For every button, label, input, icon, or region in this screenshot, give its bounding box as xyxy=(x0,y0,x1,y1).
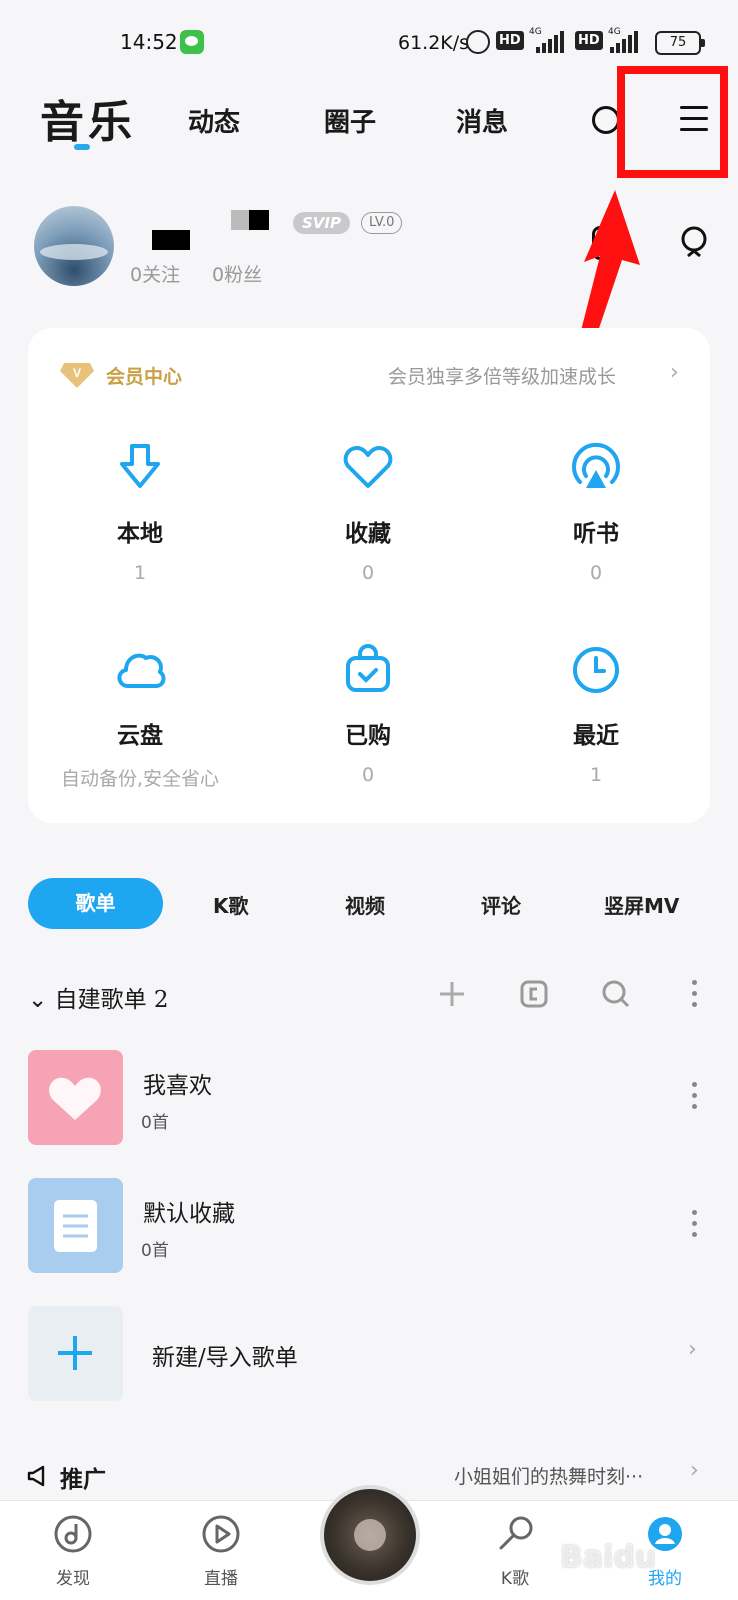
tab-karaoke[interactable]: K歌 xyxy=(213,890,249,919)
nav-label: K歌 xyxy=(500,1569,530,1589)
redacted-block-2 xyxy=(249,210,269,230)
tab-messages[interactable]: 消息 xyxy=(456,102,508,139)
active-tab-indicator xyxy=(74,144,90,150)
more-icon[interactable] xyxy=(692,1210,698,1238)
audiobook-icon xyxy=(572,442,620,488)
download-icon xyxy=(120,444,160,488)
grid-audiobook[interactable]: 听书 0 xyxy=(496,440,696,584)
cloud-icon xyxy=(117,653,166,688)
section-title-text: 自建歌单 2 xyxy=(54,987,169,1013)
vip-promo-text[interactable]: 会员独享多倍等级加速成长 xyxy=(388,362,616,389)
tab-playlists[interactable]: 歌单 xyxy=(28,878,163,929)
grid-value: 0 xyxy=(361,562,375,584)
grid-label: 听书 xyxy=(573,520,619,547)
playlist-count: 0首 xyxy=(141,1241,169,1261)
nav-label: 发现 xyxy=(56,1569,90,1589)
signal-icon-2 xyxy=(608,29,642,53)
grid-favorites[interactable]: 收藏 0 xyxy=(268,440,468,584)
mic-icon[interactable] xyxy=(676,224,714,264)
grid-cloud[interactable]: 云盘 自动备份,安全省心 xyxy=(40,642,240,791)
svg-text:V: V xyxy=(73,366,81,380)
document-icon xyxy=(54,1200,97,1252)
chevron-right-icon[interactable]: › xyxy=(688,1337,697,1362)
tab-music[interactable]: 音乐 xyxy=(40,86,136,150)
grid-label: 云盘 xyxy=(117,722,163,749)
liked-thumbnail[interactable] xyxy=(28,1050,123,1145)
tab-comments[interactable]: 评论 xyxy=(481,890,521,919)
chevron-down-icon: ⌄ xyxy=(28,987,48,1013)
music-note-icon xyxy=(54,1515,92,1553)
grid-value: 0 xyxy=(589,562,603,584)
search-icon[interactable] xyxy=(602,980,630,1008)
grid-label: 收藏 xyxy=(345,520,391,547)
import-icon[interactable] xyxy=(520,980,548,1008)
more-icon[interactable] xyxy=(692,1082,698,1110)
grid-value: 1 xyxy=(133,562,147,584)
playlist-title[interactable]: 我喜欢 xyxy=(143,1066,212,1100)
heart-icon xyxy=(343,446,393,488)
vip-center-link[interactable]: 会员中心 xyxy=(106,362,182,389)
grid-label: 本地 xyxy=(117,520,163,547)
grid-purchased[interactable]: 已购 0 xyxy=(268,642,468,786)
purchased-bag-icon xyxy=(346,644,390,692)
chevron-right-icon[interactable]: › xyxy=(670,360,679,385)
vip-diamond-icon: V xyxy=(60,363,94,388)
nav-live[interactable]: 直播 xyxy=(176,1514,266,1589)
tab-vertical-mv[interactable]: 竖屏MV xyxy=(604,890,679,919)
avatar[interactable] xyxy=(34,206,114,286)
microphone-icon xyxy=(499,1516,533,1550)
search-icon[interactable] xyxy=(592,106,620,134)
tab-videos[interactable]: 视频 xyxy=(345,890,385,919)
watermark: Baidu xyxy=(560,1540,657,1575)
grid-label: 最近 xyxy=(573,722,619,749)
heart-icon xyxy=(49,1077,101,1120)
chevron-right-icon[interactable]: › xyxy=(690,1458,699,1483)
grid-value: 0 xyxy=(361,764,375,786)
megaphone-icon xyxy=(27,1465,45,1487)
status-time: 14:52 xyxy=(120,30,178,54)
playlist-section-title[interactable]: ⌄ 自建歌单 2 xyxy=(28,980,169,1014)
nav-discover[interactable]: 发现 xyxy=(28,1514,118,1589)
clock-icon xyxy=(573,647,619,693)
new-playlist-label[interactable]: 新建/导入歌单 xyxy=(152,1338,298,1372)
plus-icon xyxy=(58,1336,92,1370)
new-playlist-thumbnail[interactable] xyxy=(28,1306,123,1401)
grid-recent[interactable]: 最近 1 xyxy=(496,642,696,786)
signal-icon xyxy=(530,29,564,53)
more-icon[interactable] xyxy=(692,980,698,1008)
grid-value: 1 xyxy=(589,764,603,786)
redacted-block xyxy=(231,210,249,230)
tab-dynamic[interactable]: 动态 xyxy=(188,102,240,139)
level-badge: LV.0 xyxy=(361,212,403,234)
playlist-count: 0首 xyxy=(141,1113,169,1133)
svip-badge: SVIP xyxy=(293,212,350,234)
nav-label: 直播 xyxy=(204,1569,238,1589)
following-count[interactable]: 0关注 xyxy=(130,260,180,287)
fans-count[interactable]: 0粉丝 xyxy=(212,260,262,287)
play-icon xyxy=(202,1515,240,1553)
hd-icon-2: HD xyxy=(575,31,603,50)
network-speed: 61.2K/s xyxy=(398,32,470,54)
redacted-username xyxy=(152,230,190,250)
grid-label: 已购 xyxy=(345,722,391,749)
add-icon[interactable] xyxy=(438,980,466,1008)
tab-circle[interactable]: 圈子 xyxy=(324,102,376,139)
nav-karaoke[interactable]: K歌 xyxy=(470,1514,560,1589)
alarm-icon xyxy=(466,30,490,54)
highlight-annotation-box xyxy=(617,66,728,178)
promo-title: 推广 xyxy=(60,1466,106,1493)
battery-icon: 75 xyxy=(655,31,705,55)
wechat-notification-icon xyxy=(180,30,204,54)
playlist-title[interactable]: 默认收藏 xyxy=(143,1194,235,1228)
hd-icon: HD xyxy=(496,31,524,50)
grid-local[interactable]: 本地 1 xyxy=(40,440,240,584)
grid-value: 自动备份,安全省心 xyxy=(60,768,220,790)
now-playing-disc[interactable] xyxy=(320,1485,420,1585)
default-fav-thumbnail[interactable] xyxy=(28,1178,123,1273)
promo-text[interactable]: 小姐姐们的热舞时刻··· xyxy=(454,1462,643,1489)
